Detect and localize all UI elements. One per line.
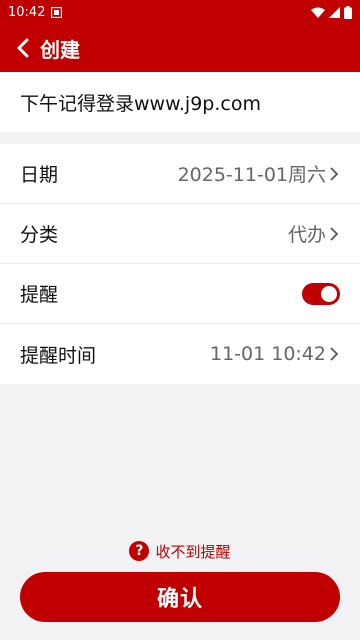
- date-label: 日期: [20, 164, 59, 186]
- help-text: 收不到提醒: [155, 542, 231, 561]
- toggle-knob: [321, 285, 337, 302]
- reminder-time-value: 11-01 10:42: [209, 343, 326, 365]
- wifi-icon: [311, 7, 325, 18]
- date-value: 2025-11-01周六: [177, 164, 326, 186]
- page-title: 创建: [40, 37, 80, 62]
- notification-icon: [51, 6, 63, 18]
- chevron-right-icon: [330, 226, 339, 241]
- chevron-right-icon: [330, 166, 339, 181]
- note-title-text: 下午记得登录www.j9p.com: [20, 92, 261, 115]
- note-title-field[interactable]: 下午记得登录www.j9p.com: [0, 72, 360, 132]
- app-bar: 创建: [0, 24, 360, 72]
- status-time: 10:42: [8, 4, 46, 20]
- category-row[interactable]: 分类 代办: [0, 204, 360, 264]
- category-value: 代办: [287, 224, 326, 246]
- reminder-time-label: 提醒时间: [20, 344, 97, 367]
- category-label: 分类: [20, 224, 59, 246]
- confirm-button[interactable]: 确认: [20, 572, 340, 622]
- reminder-row: 提醒: [0, 264, 360, 324]
- status-bar: 10:42: [0, 0, 360, 24]
- reminder-time-row[interactable]: 提醒时间 11-01 10:42: [0, 324, 360, 384]
- reminder-toggle[interactable]: [302, 282, 340, 305]
- date-row[interactable]: 日期 2025-11-01周六: [0, 144, 360, 204]
- back-button[interactable]: [12, 37, 34, 59]
- help-link[interactable]: ? 收不到提醒: [0, 540, 360, 562]
- back-icon: [17, 38, 29, 58]
- battery-icon: [344, 5, 352, 19]
- reminder-label: 提醒: [20, 284, 59, 306]
- signal-icon: [329, 6, 340, 18]
- settings-list: 日期 2025-11-01周六 分类 代办 提醒 提醒时间 11-01 10:4…: [0, 144, 360, 384]
- question-icon: ?: [129, 541, 150, 561]
- chevron-right-icon: [330, 347, 339, 361]
